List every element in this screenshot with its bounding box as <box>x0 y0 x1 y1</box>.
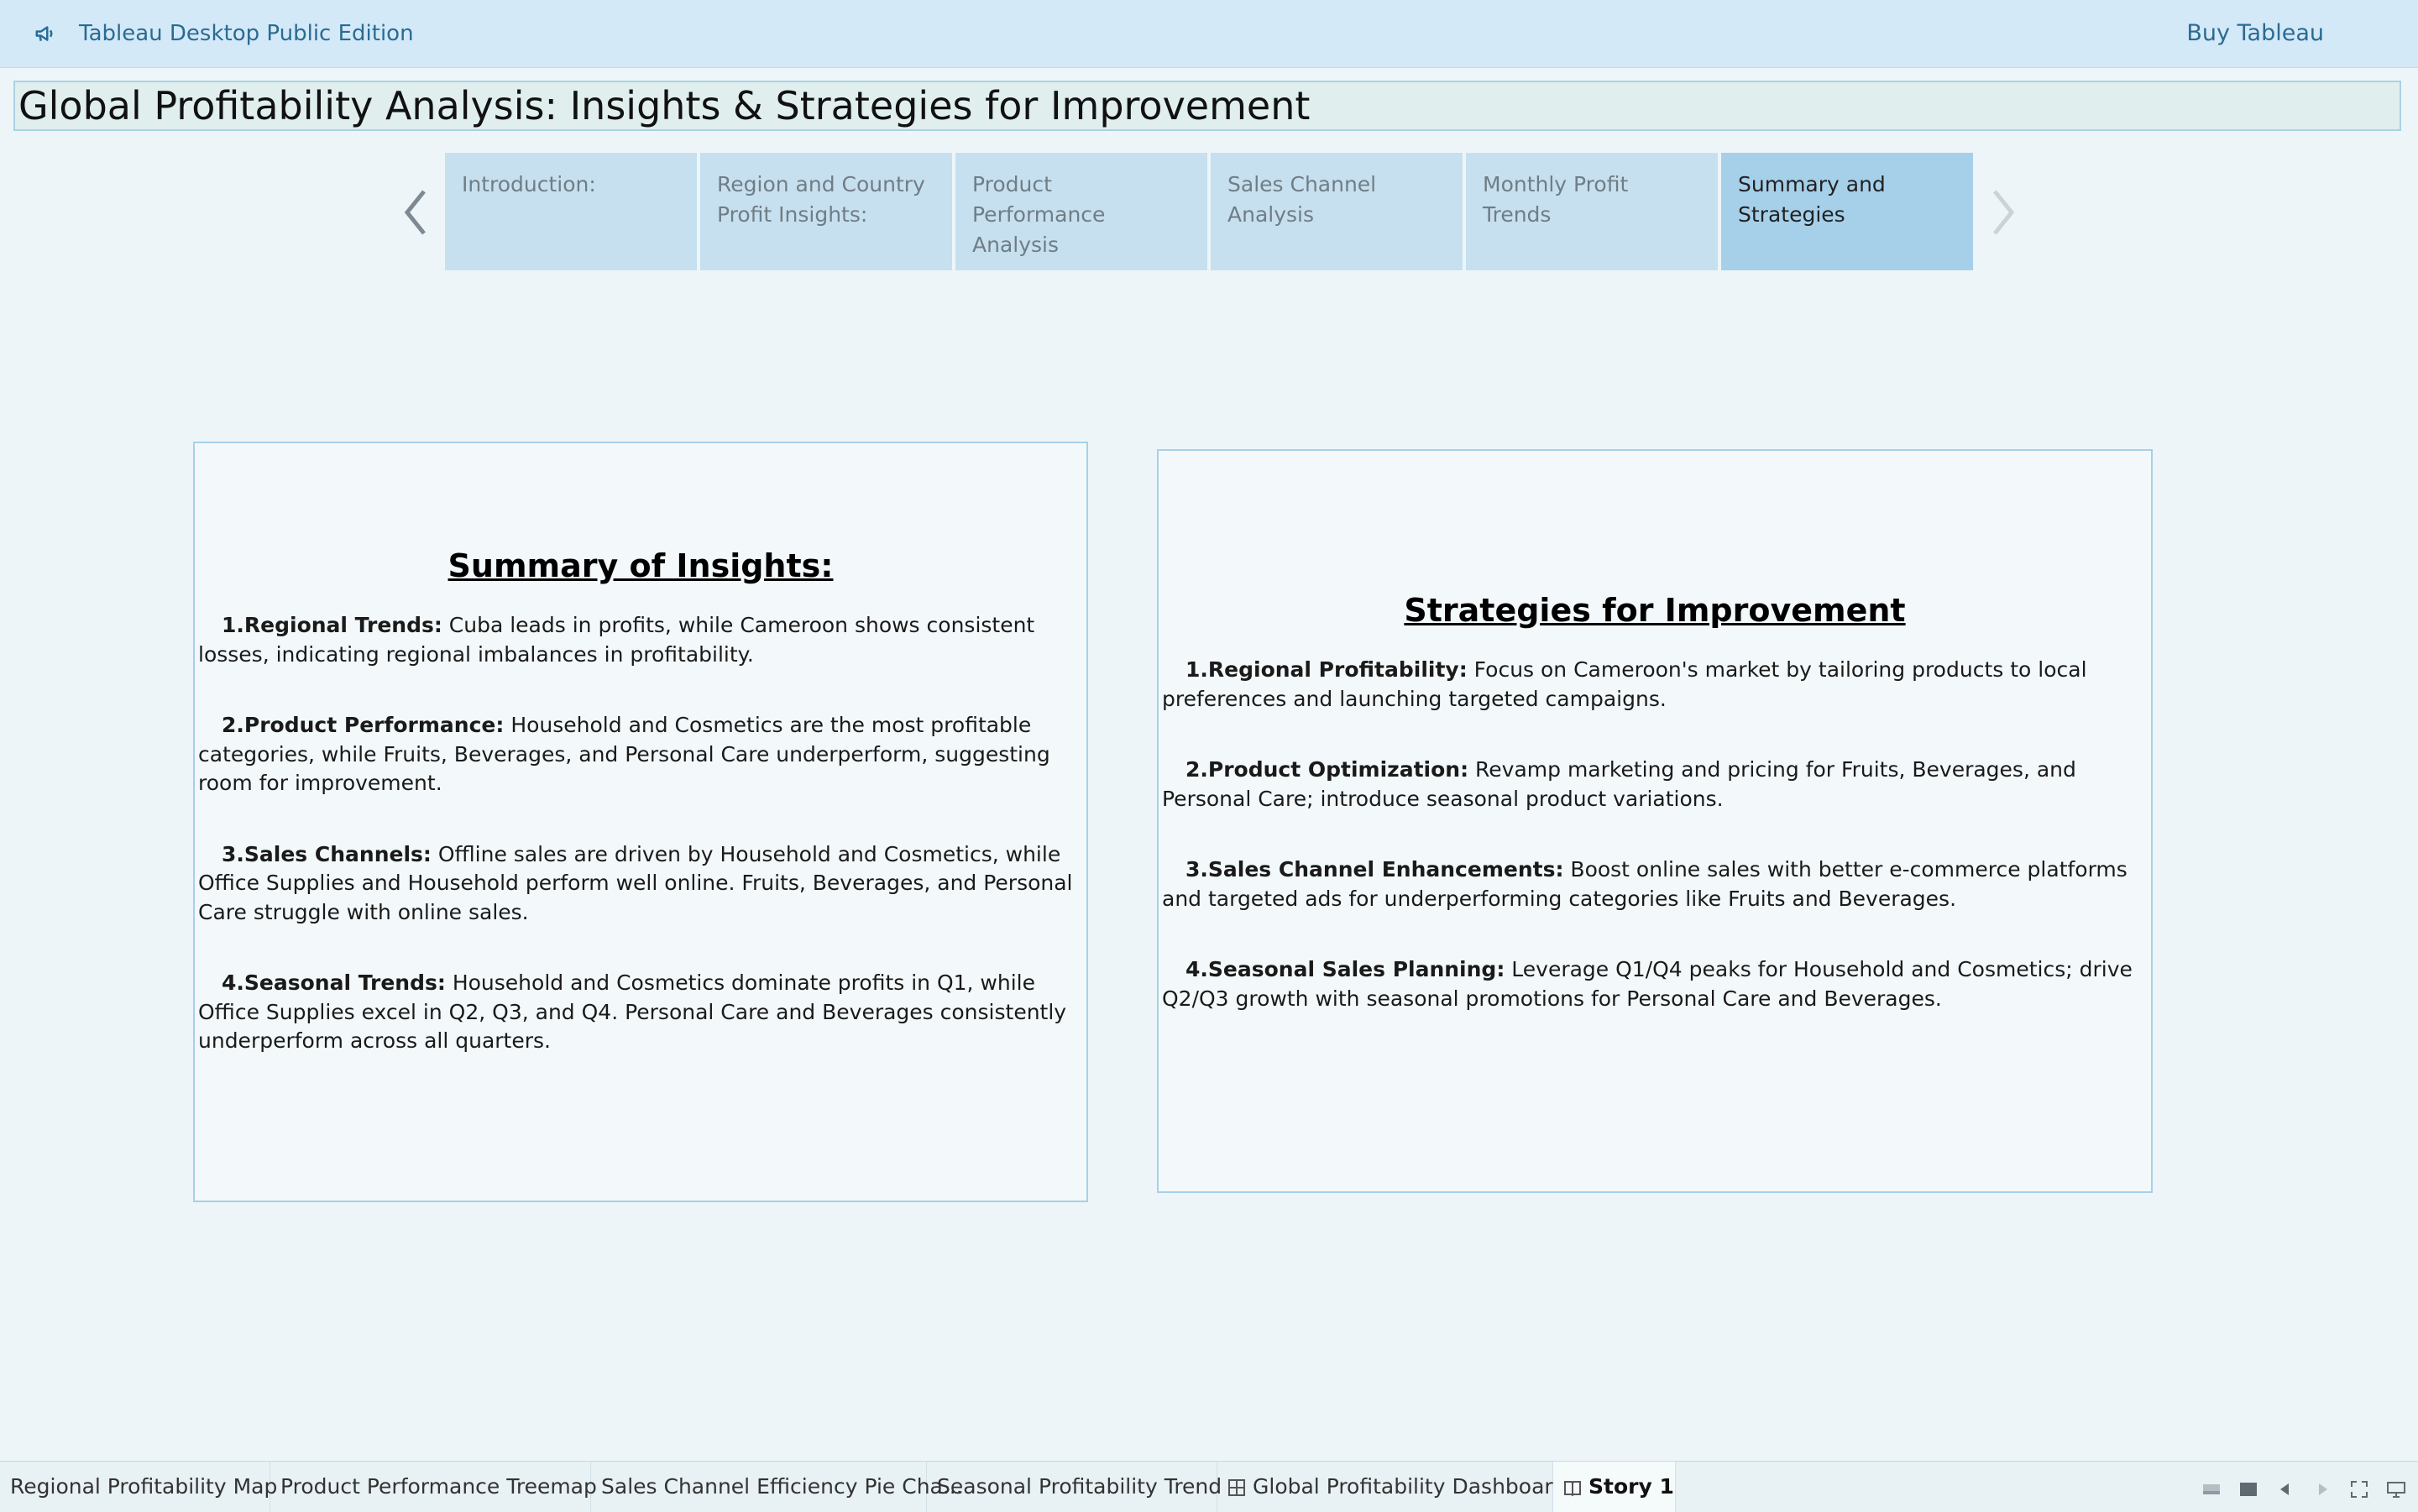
summary-list: 1.Regional Trends: Cuba leads in profits… <box>198 611 1083 1056</box>
sheet-tab-4[interactable]: Seasonal Profitability Trend <box>927 1462 1222 1512</box>
strategies-heading: Strategies for Improvement <box>1404 592 1906 629</box>
story-point-2[interactable]: Region and Country Profit Insights: <box>700 153 952 270</box>
sheet-tab-label: Sales Channel Efficiency Pie Cha... <box>601 1474 963 1499</box>
insight-item-title: 2.Product Performance: <box>222 713 505 737</box>
story-title: Global Profitability Analysis: Insights … <box>13 81 2401 131</box>
sheet-tab-label: Regional Profitability Map <box>10 1474 278 1499</box>
story-point-4[interactable]: Sales Channel Analysis <box>1211 153 1463 270</box>
show-filmstrip-icon[interactable] <box>2238 1479 2258 1499</box>
fullscreen-icon[interactable] <box>2349 1479 2369 1499</box>
sheet-tab-6[interactable]: Story 1 <box>1553 1462 1676 1512</box>
strategy-item-title: 2.Product Optimization: <box>1185 757 1469 782</box>
previous-sheet-icon[interactable] <box>2275 1479 2295 1499</box>
summary-of-insights-panel: Summary of Insights: 1.Regional Trends: … <box>193 442 1088 1202</box>
strategy-item-title: 1.Regional Profitability: <box>1185 657 1468 682</box>
sheet-tab-5[interactable]: Global Profitability Dashboard <box>1217 1462 1566 1512</box>
strategy-item-4: 4.Seasonal Sales Planning: Leverage Q1/Q… <box>1162 955 2148 1013</box>
top-bar: Tableau Desktop Public Edition Buy Table… <box>0 0 2418 68</box>
strategies-panel: Strategies for Improvement 1.Regional Pr… <box>1157 449 2153 1193</box>
next-sheet-icon[interactable] <box>2312 1479 2332 1499</box>
sheet-tab-2[interactable]: Product Performance Treemap <box>270 1462 597 1512</box>
insight-item-title: 1.Regional Trends: <box>222 613 442 637</box>
story-point-5[interactable]: Monthly Profit Trends <box>1466 153 1718 270</box>
strategy-item-3: 3.Sales Channel Enhancements: Boost onli… <box>1162 855 2148 913</box>
story-point-1[interactable]: Introduction: <box>445 153 697 270</box>
strategies-list: 1.Regional Profitability: Focus on Camer… <box>1162 656 2148 1013</box>
story-point-navigator: Introduction: Region and Country Profit I… <box>445 153 1976 270</box>
insight-item-1: 1.Regional Trends: Cuba leads in profits… <box>198 611 1083 669</box>
insight-item-3: 3.Sales Channels: Offline sales are driv… <box>198 840 1083 928</box>
story-point-3[interactable]: Product Performance Analysis <box>955 153 1207 270</box>
sheet-tab-label: Seasonal Profitability Trend <box>937 1474 1222 1499</box>
sheet-tab-label: Global Profitability Dashboard <box>1253 1474 1567 1499</box>
insight-item-4: 4.Seasonal Trends: Household and Cosmeti… <box>198 969 1083 1056</box>
strategy-item-title: 4.Seasonal Sales Planning: <box>1185 957 1505 981</box>
story-book-icon <box>1564 1481 1581 1497</box>
strategy-item-1: 1.Regional Profitability: Focus on Camer… <box>1162 656 2148 714</box>
app-name: Tableau Desktop Public Edition <box>79 21 414 46</box>
dashboard-grid-icon <box>1228 1479 1245 1496</box>
chevron-right-icon[interactable] <box>1986 183 2020 242</box>
sheet-tab-3[interactable]: Sales Channel Efficiency Pie Cha... <box>591 1462 963 1512</box>
insight-item-title: 4.Seasonal Trends: <box>222 971 446 995</box>
show-sheet-tabs-icon[interactable] <box>2201 1479 2222 1499</box>
strategy-item-2: 2.Product Optimization: Revamp marketing… <box>1162 756 2148 814</box>
insight-item-2: 2.Product Performance: Household and Cos… <box>198 711 1083 798</box>
app-brand: Tableau Desktop Public Edition <box>34 17 414 50</box>
bottom-controls <box>2201 1478 2406 1501</box>
buy-tableau-link[interactable]: Buy Tableau <box>2186 17 2324 50</box>
summary-heading: Summary of Insights: <box>447 547 834 584</box>
sheet-tab-label: Story 1 <box>1588 1474 1674 1499</box>
sheet-tab-1[interactable]: Regional Profitability Map <box>0 1462 277 1512</box>
story-point-6[interactable]: Summary and Strategies <box>1721 153 1973 270</box>
strategy-item-title: 3.Sales Channel Enhancements: <box>1185 857 1564 882</box>
chevron-left-icon[interactable] <box>399 183 432 242</box>
megaphone-icon[interactable] <box>34 21 59 46</box>
presentation-mode-icon[interactable] <box>2386 1479 2406 1499</box>
sheet-tab-label: Product Performance Treemap <box>280 1474 597 1499</box>
insight-item-title: 3.Sales Channels: <box>222 841 432 866</box>
sheet-tab-bar: Regional Profitability Map Product Perfor… <box>0 1461 2418 1512</box>
